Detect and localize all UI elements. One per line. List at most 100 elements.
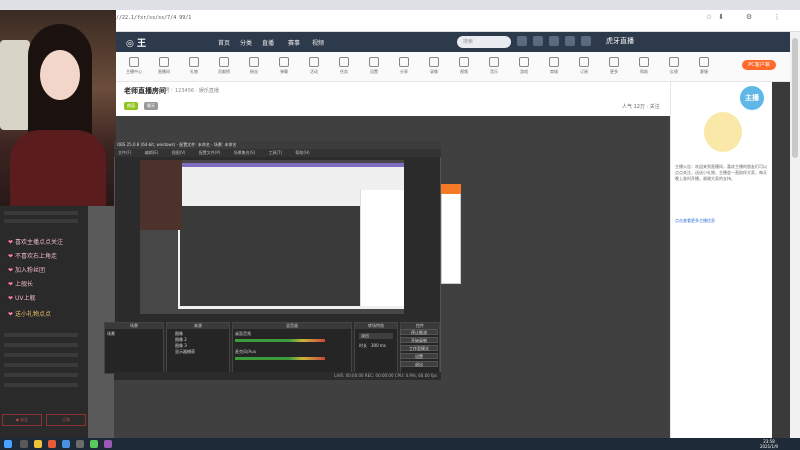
room-tag[interactable]: 颜值 (124, 102, 138, 110)
settings-icon[interactable]: ⚙ (744, 13, 754, 23)
obs-transitions-header: 转场特效 (355, 323, 397, 329)
subscribe-icon[interactable] (533, 36, 543, 46)
app-icon[interactable] (104, 440, 112, 448)
url-text[interactable]: //22.1/fxr/ss/ss/7/4 99/1 (116, 15, 191, 21)
obs-app-icon[interactable] (76, 440, 84, 448)
toolbar-tool[interactable]: 礼物 (182, 57, 206, 75)
scrollbar-thumb[interactable] (792, 38, 798, 158)
download-client-icon[interactable] (565, 36, 575, 46)
chat-line: ❤ 加入粉丝团 (8, 265, 45, 274)
download-icon[interactable]: ⬇ (716, 13, 726, 23)
toolbar-tool[interactable]: 分享 (392, 57, 416, 75)
obs-source-item[interactable]: 显示器捕获 (175, 349, 195, 355)
toolbar-tool[interactable]: 活动 (302, 57, 326, 75)
obs-settings-button[interactable]: 设置 (400, 353, 438, 359)
browser-address-bar[interactable] (0, 10, 800, 32)
history-icon[interactable] (517, 36, 527, 46)
search-input[interactable]: 搜索 (457, 36, 511, 48)
obs-scene-item[interactable]: 场景 (107, 331, 115, 337)
cam-person-body (10, 130, 106, 206)
toolbar-tool[interactable]: 更多 (602, 57, 626, 75)
toolbar-tool[interactable]: 视频 (452, 57, 476, 75)
announcement-link[interactable]: 点击查看更多主播信息 (675, 218, 767, 224)
tool-icon (339, 57, 349, 67)
obs-start-recording-button[interactable]: 开始录制 (400, 337, 438, 343)
toolbar-tool[interactable]: 音乐 (482, 57, 506, 75)
ghost-row (4, 219, 78, 223)
obs-sources-header: 来源 (167, 323, 229, 329)
chat-line: ❤ 不喜欢右上角走 (8, 251, 57, 260)
toolbar-tool[interactable]: 帮助 (632, 57, 656, 75)
toolbar-tool[interactable]: 弹幕 (272, 57, 296, 75)
chat-overlay-panel: ❤ 喜欢主播点点关注 ❤ 不喜欢右上角走 ❤ 加入粉丝团 ❤ 上舰长 ❤ UV上… (0, 205, 88, 438)
obs-menubar: 文件(F) 编辑(E) 视图(V) 配置文件(P) 场景集合(S) 工具(T) … (114, 149, 441, 157)
obs-menu-tools[interactable]: 工具(T) (269, 150, 283, 155)
site-logo[interactable]: ◎ 王 (126, 36, 146, 49)
obs-statusbar: LIVE: 00:00:00 REC: 00:00:00 CPU: 4.9%, … (114, 372, 441, 380)
toolbar-tool[interactable]: 贡献榜 (212, 57, 236, 75)
tool-icon (159, 57, 169, 67)
nav-link-home[interactable]: 首页 (218, 38, 230, 47)
obs-menu-view[interactable]: 视图(V) (172, 150, 186, 155)
browser-tab-strip (0, 0, 800, 10)
header-brand: 虎牙直播 (606, 37, 634, 45)
follow-button[interactable]: ◆ 关注 (2, 414, 42, 426)
pc-client-button[interactable]: PC客户端 (742, 60, 776, 70)
nav-link-video[interactable]: 视频 (312, 38, 324, 47)
obs-preview-webcam (140, 160, 182, 230)
obs-duration-input[interactable]: 300 ms (371, 343, 386, 348)
subscribe-button[interactable]: 订阅 (46, 414, 86, 426)
ghost-row (4, 383, 78, 387)
page-scrollbar[interactable] (790, 32, 800, 438)
search-icon[interactable] (20, 440, 28, 448)
nav-link-esports[interactable]: 赛事 (288, 38, 300, 47)
tool-label: 设置 (370, 69, 378, 74)
toolbar-tool[interactable]: 直播间 (152, 57, 176, 75)
obs-transition-select[interactable]: 淡出 (359, 333, 393, 339)
avatar[interactable] (581, 36, 591, 46)
toolbar-tool[interactable]: 任务 (332, 57, 356, 75)
popup-header (441, 184, 461, 194)
tool-label: 订阅 (580, 69, 588, 74)
obs-exit-button[interactable]: 退出 (400, 361, 438, 367)
menu-icon[interactable]: ⋮ (772, 13, 782, 23)
toolbar-tool[interactable]: 设置 (362, 57, 386, 75)
toolbar-tool[interactable]: 订阅 (572, 57, 596, 75)
message-icon[interactable] (549, 36, 559, 46)
ghost-row (4, 211, 78, 215)
heart-icon: ❤ (8, 311, 14, 318)
tool-icon (669, 57, 679, 67)
tool-icon (249, 57, 259, 67)
nav-link-live[interactable]: 直播 (262, 38, 274, 47)
obs-menu-scene-collection[interactable]: 场景集合(S) (234, 150, 256, 155)
toolbar-tool[interactable]: 录像 (422, 57, 446, 75)
chat-app-icon[interactable] (90, 440, 98, 448)
toolbar-tool[interactable]: 粉丝 (242, 57, 266, 75)
obs-studio-mode-button[interactable]: 工作室模式 (400, 345, 438, 351)
browser-icon[interactable] (62, 440, 70, 448)
app-icon[interactable] (48, 440, 56, 448)
header-icons (517, 36, 591, 48)
obs-menu-edit[interactable]: 编辑(E) (145, 150, 159, 155)
tool-icon (189, 57, 199, 67)
obs-menu-help[interactable]: 帮助(H) (295, 150, 309, 155)
obs-menu-file[interactable]: 文件(F) (118, 150, 131, 155)
bookmark-icon[interactable]: ☆ (704, 13, 714, 23)
toolbar-tool[interactable]: 游戏 (512, 57, 536, 75)
file-explorer-icon[interactable] (34, 440, 42, 448)
tool-label: 录像 (430, 69, 438, 74)
obs-titlebar[interactable]: OBS 25.0.8 (64-bit, windows) - 配置文件: 未命名… (114, 141, 441, 149)
toolbar-tool[interactable]: 主播中心 (122, 57, 146, 75)
obs-stop-streaming-button[interactable]: 停止推流 (400, 329, 438, 335)
obs-duration-label: 时长 (359, 343, 367, 348)
tool-label: 客服 (700, 69, 708, 74)
room-tag[interactable]: 聊天 (144, 102, 158, 110)
taskbar-clock[interactable]: 23:58 2021/1/9 (760, 439, 778, 449)
toolbar-tool[interactable]: 反馈 (662, 57, 686, 75)
nav-link-category[interactable]: 分类 (240, 38, 252, 47)
obs-menu-profile[interactable]: 配置文件(P) (199, 150, 221, 155)
toolbar-tool[interactable]: 客服 (692, 57, 716, 75)
start-menu-icon[interactable] (4, 440, 12, 448)
popup-panel[interactable] (441, 184, 461, 284)
toolbar-tool[interactable]: 商城 (542, 57, 566, 75)
